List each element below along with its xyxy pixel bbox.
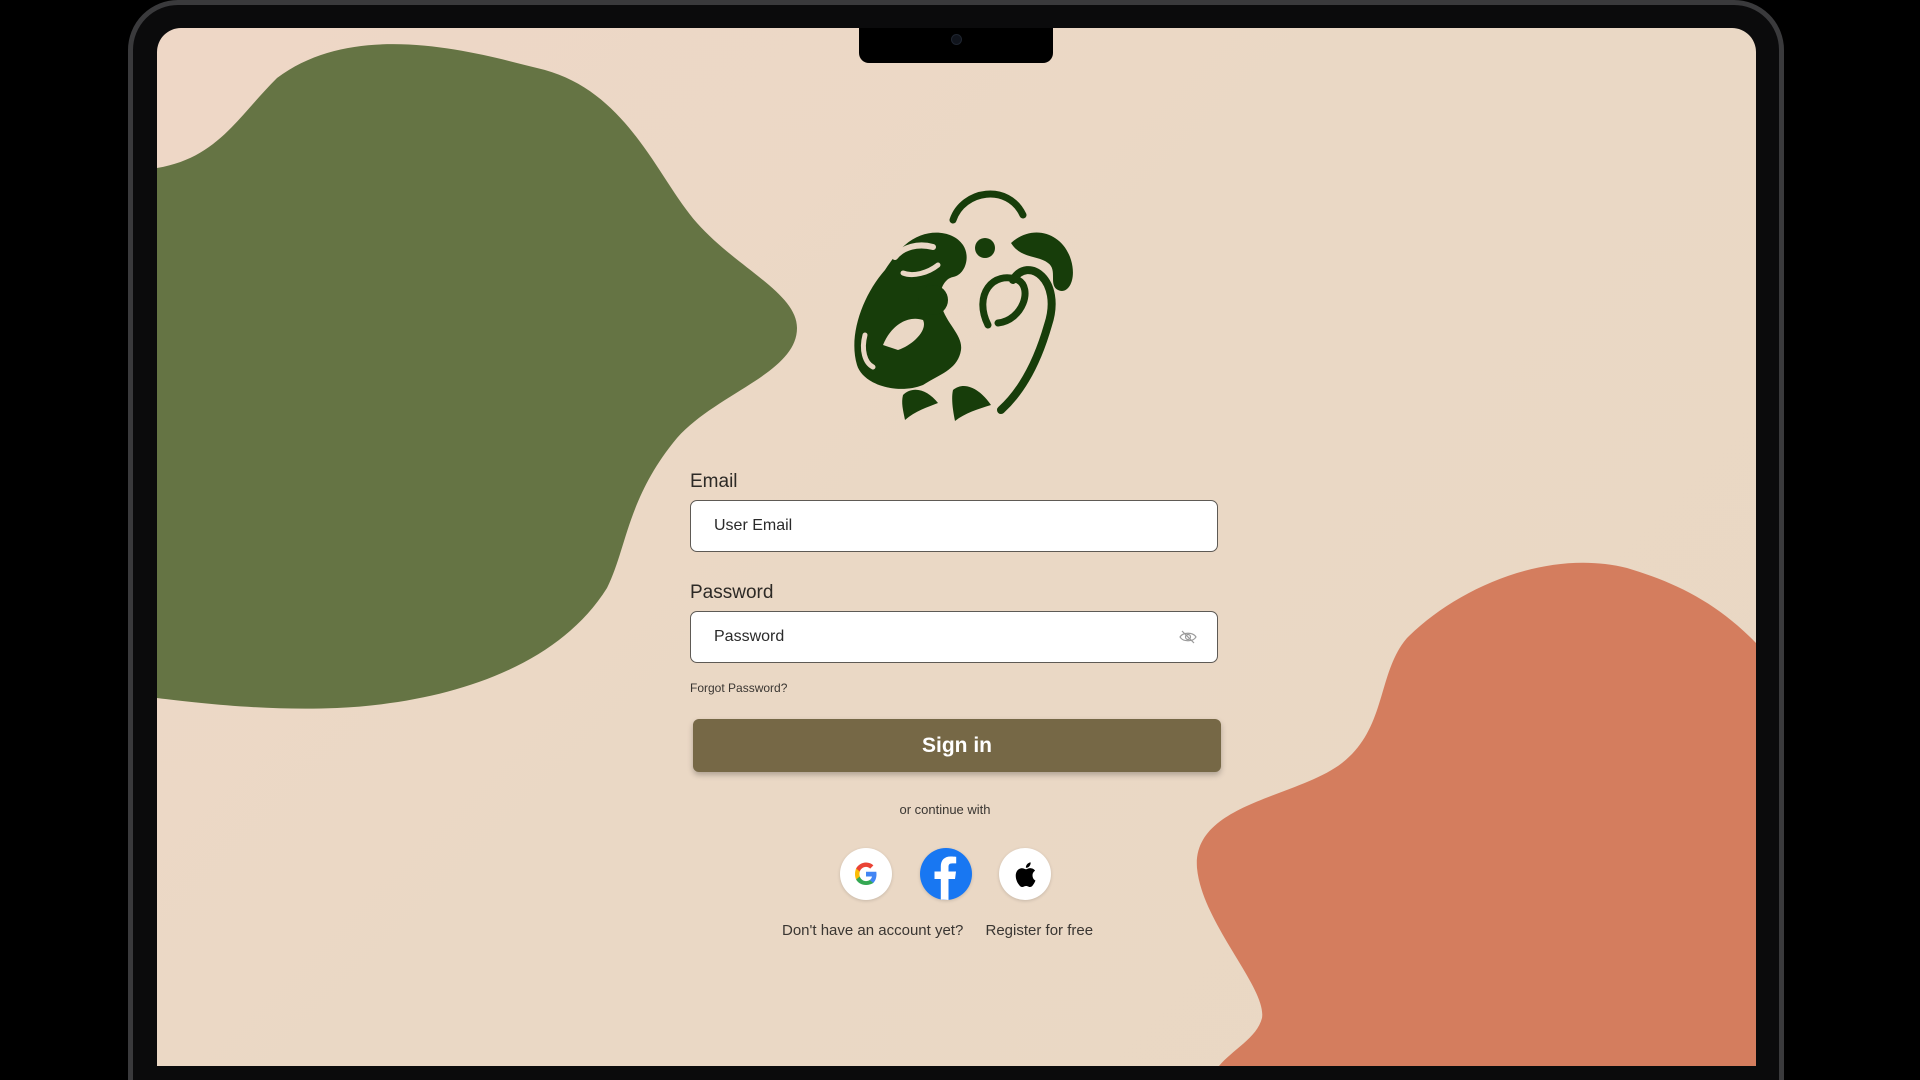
login-form: Email Password Forgot Password? Sign in …: [690, 470, 1221, 939]
google-icon: [855, 862, 877, 885]
facebook-login-button[interactable]: [920, 848, 972, 900]
device-mockup: Email Password Forgot Password? Sign in …: [0, 0, 1920, 1080]
no-account-text: Don't have an account yet?: [782, 922, 964, 939]
password-label: Password: [690, 582, 774, 603]
register-prompt: Don't have an account yet? Register for …: [782, 922, 1093, 939]
email-group: Email: [690, 470, 1220, 557]
parrot-logo-icon: [854, 190, 1073, 421]
facebook-icon: [934, 856, 957, 900]
eye-slash-icon[interactable]: [1179, 629, 1197, 645]
social-login-buttons: [840, 848, 1070, 902]
google-login-button[interactable]: [840, 848, 892, 900]
email-input-container: [690, 500, 1218, 552]
continue-with-text: or continue with: [899, 802, 991, 817]
apple-login-button[interactable]: [999, 848, 1051, 900]
camera-notch: [859, 28, 1053, 63]
email-label: Email: [690, 471, 738, 492]
apple-icon: [1015, 862, 1036, 888]
register-link[interactable]: Register for free: [986, 922, 1094, 939]
orange-blob: [1196, 562, 1756, 1066]
password-input[interactable]: [691, 612, 1217, 662]
password-input-container: [690, 611, 1218, 663]
sign-in-button[interactable]: Sign in: [693, 719, 1221, 772]
webcam: [951, 34, 962, 45]
email-input[interactable]: [691, 501, 1217, 551]
password-group: Password: [690, 581, 1220, 663]
forgot-password-link[interactable]: Forgot Password?: [690, 681, 787, 695]
